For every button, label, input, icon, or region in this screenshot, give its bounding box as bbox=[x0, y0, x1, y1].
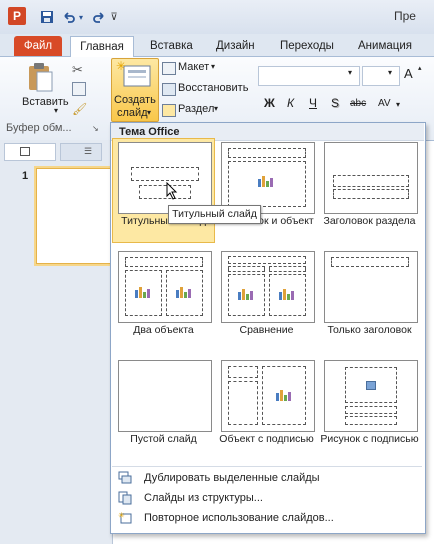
menu-reuse-slides[interactable]: ✳ Повторное использование слайдов... bbox=[112, 508, 422, 528]
slides-tab-icon bbox=[20, 147, 30, 156]
tab-file[interactable]: Файл bbox=[14, 36, 62, 56]
content-placeholder-icon bbox=[238, 288, 254, 300]
dialog-launcher-icon[interactable]: ↘ bbox=[92, 124, 99, 133]
section-dropdown-icon[interactable]: ▾ bbox=[214, 104, 218, 113]
layout-icon bbox=[162, 62, 176, 75]
outline-tab-icon: ☰ bbox=[84, 146, 93, 156]
layout-preview bbox=[221, 251, 315, 323]
content-placeholder-icon bbox=[279, 288, 295, 300]
menu-duplicate-slides[interactable]: Дублировать выделенные слайды bbox=[112, 468, 422, 488]
layout-content-caption[interactable]: Объект с подписью bbox=[216, 357, 317, 460]
tooltip: Титульный слайд bbox=[168, 205, 261, 224]
svg-text:✳: ✳ bbox=[118, 511, 125, 520]
tab-slides[interactable] bbox=[4, 143, 56, 161]
window-title: Пре bbox=[394, 9, 416, 23]
font-size-dropdown-icon[interactable]: ▾ bbox=[388, 68, 392, 77]
tab-insert[interactable]: Вставка bbox=[142, 36, 201, 56]
slide-number: 1 bbox=[22, 170, 29, 182]
powerpoint-app-icon[interactable]: P bbox=[8, 7, 26, 25]
shadow-button[interactable]: S bbox=[331, 96, 339, 110]
layout-preview bbox=[324, 360, 418, 432]
layout-caption: Рисунок с подписью bbox=[320, 433, 419, 445]
copy-icon[interactable] bbox=[72, 82, 86, 96]
font-size-combobox[interactable] bbox=[362, 66, 400, 86]
picture-placeholder-icon bbox=[366, 381, 376, 390]
new-slide-dropdown-icon: ▾ bbox=[147, 108, 152, 117]
layout-preview bbox=[324, 142, 418, 214]
slide-thumbnail[interactable] bbox=[36, 168, 112, 264]
content-placeholder-icon bbox=[258, 175, 274, 187]
bold-button[interactable]: Ж bbox=[264, 96, 275, 110]
layout-two-content[interactable]: Два объекта bbox=[113, 248, 214, 351]
italic-button[interactable]: К bbox=[287, 96, 294, 110]
reset-button[interactable]: Восстановить bbox=[178, 82, 248, 94]
char-spacing-button[interactable]: AV bbox=[378, 98, 391, 109]
layout-title-content[interactable]: Заголовок и объект bbox=[216, 139, 317, 242]
reset-icon bbox=[162, 83, 176, 96]
paste-dropdown-icon[interactable]: ▾ bbox=[54, 106, 58, 115]
layout-blank[interactable]: Пустой слайд bbox=[113, 357, 214, 460]
font-name-dropdown-icon[interactable]: ▾ bbox=[348, 68, 352, 77]
tab-design[interactable]: Дизайн bbox=[208, 36, 263, 56]
layout-caption: Объект с подписью bbox=[219, 433, 314, 445]
layout-title-only[interactable]: Только заголовок bbox=[319, 248, 420, 351]
layout-caption: Пустой слайд bbox=[130, 433, 197, 445]
char-spacing-dropdown-icon[interactable]: ▾ bbox=[396, 100, 400, 109]
paste-button[interactable]: Вставить bbox=[22, 96, 69, 108]
layout-preview bbox=[118, 251, 212, 323]
layout-preview bbox=[221, 142, 315, 214]
layout-comparison[interactable]: Сравнение bbox=[216, 248, 317, 351]
mouse-cursor-icon bbox=[166, 181, 178, 203]
layout-section-header[interactable]: Заголовок раздела bbox=[319, 139, 420, 242]
grow-font-icon[interactable]: A bbox=[404, 66, 413, 81]
new-slide-label-line2: слайд bbox=[117, 107, 148, 119]
paste-icon[interactable] bbox=[26, 62, 56, 94]
grow-font-arrow-icon[interactable]: ▴ bbox=[418, 64, 422, 72]
undo-dropdown-icon[interactable]: ▾ bbox=[76, 8, 86, 26]
content-placeholder-icon bbox=[176, 286, 192, 298]
section-icon bbox=[162, 104, 176, 117]
menu-slides-from-outline[interactable]: Слайды из структуры... bbox=[112, 488, 422, 508]
content-placeholder-icon bbox=[135, 286, 151, 298]
layout-caption: Заголовок раздела bbox=[323, 215, 416, 227]
tab-transitions[interactable]: Переходы bbox=[272, 36, 342, 56]
duplicate-slides-icon bbox=[118, 471, 132, 485]
cut-icon[interactable]: ✂ bbox=[72, 62, 83, 78]
layout-title-slide[interactable]: Титульный слайд bbox=[112, 138, 215, 243]
clipboard-group-label: Буфер обм... bbox=[6, 122, 72, 134]
tab-outline[interactable] bbox=[60, 143, 102, 161]
tab-animations[interactable]: Анимация bbox=[350, 36, 420, 56]
customize-qat-icon[interactable]: ⊽ bbox=[108, 8, 120, 26]
reuse-slides-icon: ✳ bbox=[118, 511, 132, 525]
new-slide-label-line1: Создать bbox=[114, 94, 156, 106]
layout-caption: Только заголовок bbox=[327, 324, 412, 336]
layout-picture-caption[interactable]: Рисунок с подписью bbox=[319, 357, 420, 460]
redo-icon[interactable] bbox=[90, 8, 108, 26]
layout-preview bbox=[324, 251, 418, 323]
underline-button[interactable]: Ч bbox=[309, 96, 317, 110]
layout-dropdown-icon[interactable]: ▾ bbox=[211, 62, 215, 71]
layout-preview bbox=[118, 142, 212, 214]
tab-home[interactable]: Главная bbox=[70, 36, 134, 58]
strikethrough-button[interactable]: abc bbox=[350, 98, 366, 109]
format-painter-icon[interactable]: 🖌 bbox=[72, 102, 87, 116]
menu-separator bbox=[112, 466, 422, 467]
layout-preview bbox=[118, 360, 212, 432]
save-icon[interactable] bbox=[38, 8, 56, 26]
new-slide-icon: ✳ bbox=[116, 59, 152, 90]
font-name-combobox[interactable] bbox=[258, 66, 360, 86]
layout-caption: Два объекта bbox=[133, 324, 194, 336]
svg-text:✳: ✳ bbox=[116, 60, 126, 73]
content-placeholder-icon bbox=[276, 389, 292, 401]
layout-preview bbox=[221, 360, 315, 432]
slides-from-outline-icon bbox=[118, 491, 132, 505]
layout-caption: Сравнение bbox=[239, 324, 294, 336]
layout-button[interactable]: Макет bbox=[178, 61, 209, 73]
section-button[interactable]: Раздел bbox=[178, 103, 214, 115]
